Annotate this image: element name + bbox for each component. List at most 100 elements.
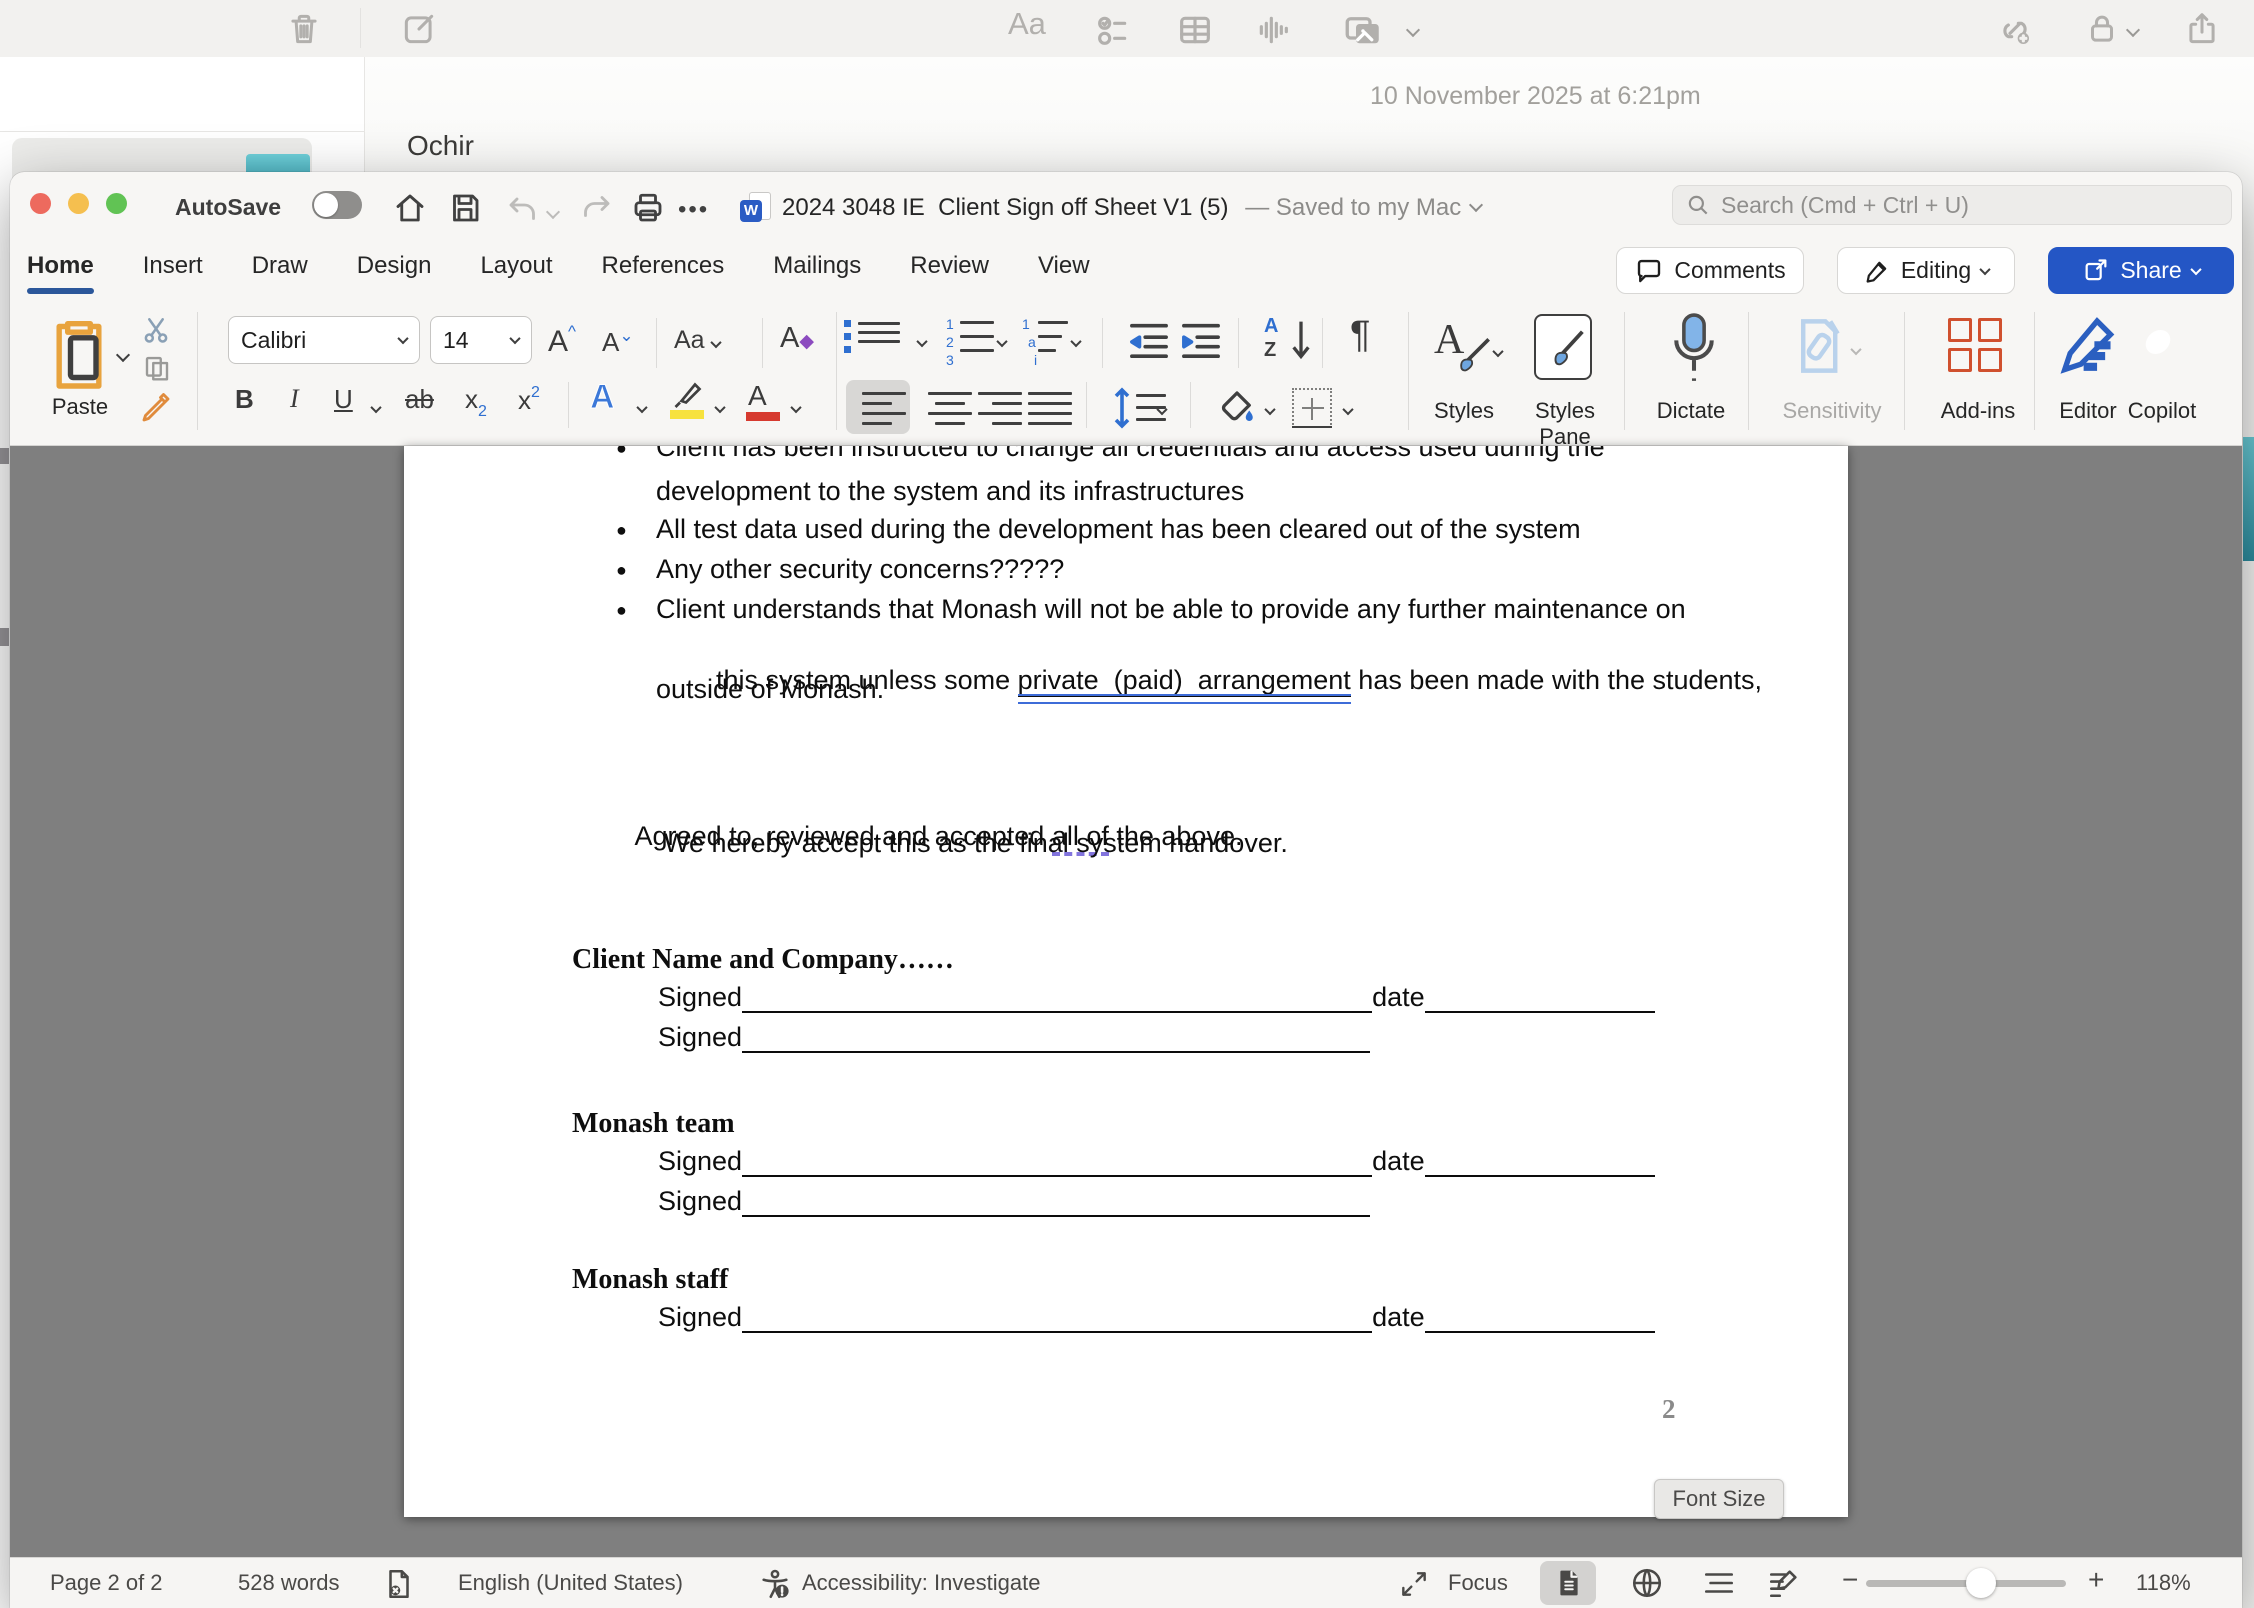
- share-button[interactable]: Share: [2048, 247, 2234, 294]
- lock-icon[interactable]: [2083, 10, 2121, 53]
- borders-button[interactable]: [1292, 388, 1332, 428]
- show-paragraph-marks-button[interactable]: ¶: [1350, 314, 1370, 357]
- home-icon[interactable]: [392, 190, 428, 231]
- redo-icon[interactable]: [578, 190, 614, 231]
- format-text-icon[interactable]: Aa: [1008, 6, 1046, 42]
- font-name-select[interactable]: Calibri: [228, 316, 420, 364]
- shading-chevron-icon[interactable]: [1266, 402, 1274, 420]
- superscript-button[interactable]: x2: [518, 384, 540, 416]
- shading-button[interactable]: [1216, 386, 1258, 433]
- styles-label[interactable]: Styles: [1408, 398, 1520, 424]
- zoom-slider[interactable]: [1866, 1580, 2066, 1587]
- close-button[interactable]: [30, 193, 51, 214]
- share-sheet-icon[interactable]: [2183, 10, 2221, 53]
- align-right-button[interactable]: [978, 392, 1022, 425]
- copilot-label[interactable]: Copilot: [2116, 398, 2208, 424]
- numbering-chevron-icon[interactable]: [998, 334, 1006, 352]
- bullets-chevron-icon[interactable]: [918, 334, 926, 352]
- document-page[interactable]: Client has been instructed to change all…: [404, 446, 1848, 1517]
- borders-chevron-icon[interactable]: [1344, 402, 1352, 420]
- media-chevron-icon[interactable]: [1408, 22, 1418, 40]
- sort-button[interactable]: A Z: [1264, 314, 1278, 362]
- tab-view[interactable]: View: [1038, 252, 1090, 294]
- highlight-button[interactable]: [668, 380, 704, 415]
- tab-mailings[interactable]: Mailings: [773, 252, 861, 294]
- add-link-icon[interactable]: [1995, 10, 2035, 55]
- paste-label[interactable]: Paste: [38, 394, 122, 420]
- clear-formatting-button[interactable]: A◆: [780, 322, 814, 355]
- undo-chevron-icon[interactable]: [548, 204, 558, 222]
- tab-design[interactable]: Design: [357, 252, 432, 294]
- copy-icon[interactable]: [142, 352, 172, 389]
- word-count[interactable]: 528 words: [238, 1570, 340, 1596]
- paste-chevron-icon[interactable]: [118, 347, 128, 365]
- web-layout-view-icon[interactable]: [1630, 1566, 1664, 1606]
- addins-label[interactable]: Add-ins: [1920, 398, 2036, 424]
- dictate-label[interactable]: Dictate: [1626, 398, 1756, 424]
- tab-references[interactable]: References: [602, 252, 725, 294]
- saved-status[interactable]: — Saved to my Mac: [1239, 194, 1462, 222]
- print-icon[interactable]: [630, 190, 666, 231]
- zoom-slider-knob[interactable]: [1966, 1568, 1996, 1598]
- tab-home[interactable]: Home: [27, 252, 94, 294]
- accessibility-status[interactable]: Accessibility: Investigate: [802, 1570, 1040, 1596]
- change-case-button[interactable]: Aa: [674, 326, 720, 355]
- dictate-button[interactable]: [1662, 310, 1726, 391]
- tab-insert[interactable]: Insert: [143, 252, 203, 294]
- bold-button[interactable]: B: [235, 384, 254, 415]
- draft-view-icon[interactable]: [1766, 1566, 1802, 1606]
- styles-pane-button[interactable]: [1534, 314, 1592, 380]
- styles-chevron-icon[interactable]: [1494, 344, 1502, 362]
- text-effects-chevron-icon[interactable]: [638, 400, 646, 418]
- styles-pane-label-1[interactable]: Styles: [1522, 398, 1608, 424]
- align-left-button[interactable]: [862, 392, 906, 425]
- autosave-toggle[interactable]: [312, 191, 362, 219]
- line-spacing-button[interactable]: [1110, 386, 1134, 435]
- undo-icon[interactable]: [505, 190, 541, 231]
- decrease-indent-button[interactable]: [1126, 320, 1172, 365]
- tab-layout[interactable]: Layout: [480, 252, 552, 294]
- page-count[interactable]: Page 2 of 2: [50, 1570, 163, 1596]
- more-commands-icon[interactable]: •••: [678, 196, 709, 224]
- checklist-icon[interactable]: [1093, 10, 1133, 55]
- line-spacing-chevron-icon[interactable]: [1158, 402, 1166, 420]
- accessibility-icon[interactable]: [758, 1566, 792, 1608]
- multilevel-chevron-icon[interactable]: [1072, 334, 1080, 352]
- justify-button[interactable]: [1028, 392, 1072, 425]
- numbering-button[interactable]: 1 2 3: [946, 316, 954, 370]
- zoom-out-button[interactable]: −: [1842, 1564, 1858, 1596]
- focus-button[interactable]: Focus: [1448, 1570, 1508, 1596]
- multilevel-list-button[interactable]: 1 a i: [1022, 316, 1037, 370]
- minimize-button[interactable]: [68, 193, 89, 214]
- font-size-select[interactable]: 14: [430, 316, 532, 364]
- print-layout-view-icon[interactable]: [1554, 1566, 1584, 1606]
- paste-icon[interactable]: [45, 312, 113, 397]
- language-status[interactable]: English (United States): [458, 1570, 683, 1596]
- save-icon[interactable]: [447, 190, 483, 231]
- comments-button[interactable]: Comments: [1616, 247, 1804, 294]
- format-painter-icon[interactable]: [138, 390, 174, 431]
- subscript-button[interactable]: x2: [465, 384, 487, 421]
- saved-status-chevron-icon[interactable]: [1469, 198, 1483, 212]
- media-icon[interactable]: [1342, 10, 1384, 57]
- compose-icon[interactable]: [400, 10, 438, 53]
- search-input[interactable]: [1721, 192, 2219, 219]
- editor-icon[interactable]: [2054, 312, 2124, 389]
- highlight-chevron-icon[interactable]: [716, 400, 724, 418]
- styles-button[interactable]: A: [1434, 316, 1464, 364]
- underline-button[interactable]: U: [334, 384, 353, 415]
- align-center-button[interactable]: [928, 392, 972, 425]
- font-color-chevron-icon[interactable]: [792, 400, 800, 418]
- proofing-status-icon[interactable]: [382, 1566, 416, 1608]
- lock-chevron-icon[interactable]: [2128, 22, 2138, 40]
- font-color-button[interactable]: A: [748, 380, 767, 412]
- text-effects-button[interactable]: A: [590, 378, 615, 417]
- tab-draw[interactable]: Draw: [252, 252, 308, 294]
- grow-font-button[interactable]: A^: [548, 322, 576, 359]
- zoom-percentage[interactable]: 118%: [2136, 1570, 2191, 1596]
- addins-icon[interactable]: [1948, 318, 2002, 372]
- zoom-in-button[interactable]: +: [2088, 1564, 2104, 1596]
- bullets-button[interactable]: [858, 322, 900, 343]
- search-field[interactable]: [1672, 185, 2232, 225]
- table-icon[interactable]: [1175, 10, 1215, 55]
